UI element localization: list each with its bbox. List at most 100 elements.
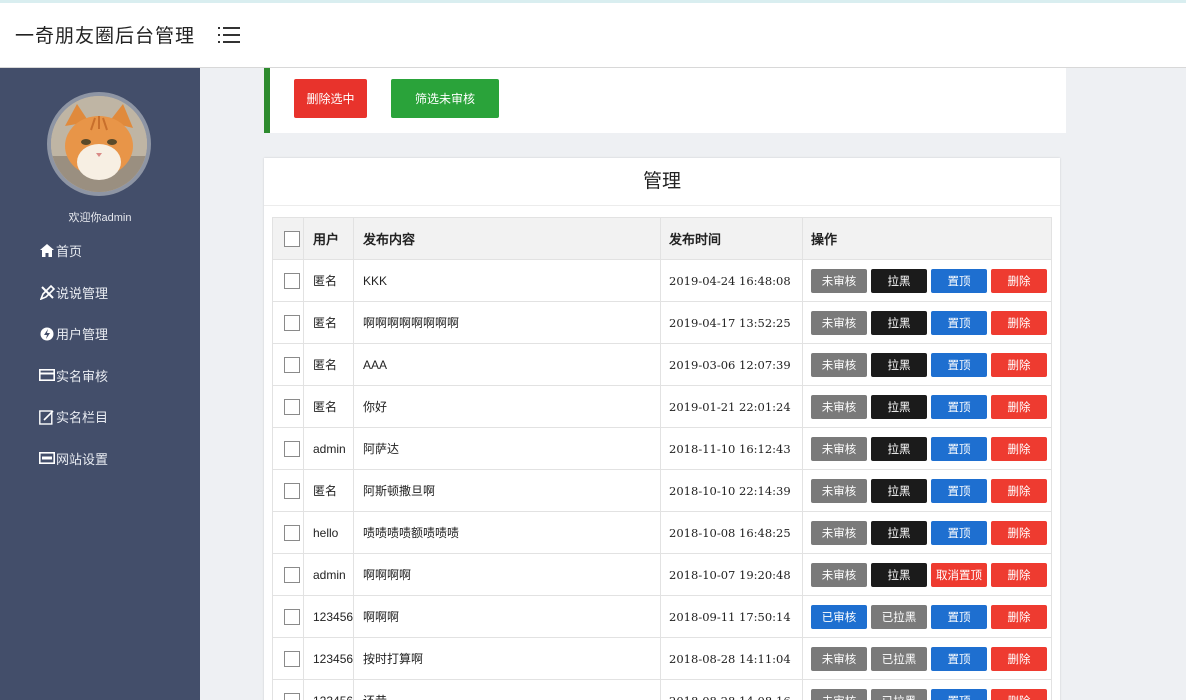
cell-user: 匿名 [302, 343, 355, 386]
row-checkbox-cell [272, 469, 304, 512]
block-button[interactable]: 已拉黑 [871, 646, 928, 671]
table-row: 匿名 KKK 2019-04-24 16:48:08 未审核 拉黑 置顶 删除 [272, 259, 1052, 302]
sidebar-item-site-settings[interactable]: 网站设置 [0, 438, 200, 480]
sidebar-item-label: 网站设置 [56, 451, 109, 467]
cell-user: 123456 [302, 637, 355, 680]
block-button[interactable]: 拉黑 [871, 394, 928, 419]
block-button[interactable]: 拉黑 [871, 352, 928, 377]
user-badge-icon [39, 326, 55, 342]
row-checkbox[interactable] [284, 566, 300, 583]
pin-button[interactable]: 置顶 [931, 688, 988, 700]
cell-time: 2018-08-28 14:11:04 [660, 637, 804, 680]
table-row: 123456 按时打算啊 2018-08-28 14:11:04 未审核 已拉黑 置顶 删除 [272, 637, 1052, 680]
sidebar-item-realname-review[interactable]: 实名审核 [0, 355, 200, 397]
block-button[interactable]: 拉黑 [871, 268, 928, 293]
pin-button[interactable]: 置顶 [931, 310, 988, 335]
cell-content: KKK [353, 259, 662, 302]
sidebar-item-home[interactable]: 首页 [0, 230, 200, 272]
sidebar-item-posts[interactable]: 说说管理 [0, 272, 200, 314]
delete-button[interactable]: 删除 [991, 436, 1048, 461]
table-row: hello 啧啧啧啧额啧啧啧 2018-10-08 16:48:25 未审核 拉黑 置顶删… [272, 511, 1052, 554]
review-status-button[interactable]: 未审核 [811, 352, 868, 377]
delete-button[interactable]: 删除 [991, 604, 1048, 629]
column-header-user: 用户 [302, 217, 355, 260]
review-status-button[interactable]: 未审核 [811, 436, 868, 461]
cell-ops: 未审核 拉黑 置顶 删除 [802, 385, 1052, 428]
row-checkbox[interactable] [284, 692, 300, 700]
row-checkbox[interactable] [284, 272, 300, 289]
pin-button[interactable]: 置顶 [931, 646, 988, 671]
cell-time: 2018-10-10 22:14:39 [660, 469, 804, 512]
row-checkbox[interactable] [284, 356, 300, 373]
cell-content: 啊啊啊 [353, 595, 662, 638]
cell-content: AAA [353, 343, 662, 386]
row-checkbox[interactable] [284, 314, 300, 331]
row-checkbox[interactable] [284, 482, 300, 499]
block-button[interactable]: 拉黑 [871, 562, 928, 587]
cell-content: 还昔 [353, 679, 662, 700]
row-checkbox[interactable] [284, 398, 300, 415]
action-card: 删除选中 筛选未审核 [264, 68, 1066, 133]
pin-button[interactable]: 置顶 [931, 352, 988, 377]
pin-button[interactable]: 置顶 [931, 436, 988, 461]
app-title: 一奇朋友圈后台管理 [15, 25, 196, 47]
select-all-checkbox[interactable] [284, 230, 300, 247]
delete-button[interactable]: 删除 [991, 394, 1048, 419]
review-status-button[interactable]: 未审核 [811, 688, 868, 700]
sidebar: 欢迎你admin 首页 说说管理 用户管理 实名审核 实名栏目 网站设置 [0, 68, 200, 700]
review-status-button[interactable]: 未审核 [811, 562, 868, 587]
top-header: 一奇朋友圈后台管理 [0, 0, 1186, 68]
pin-button[interactable]: 置顶 [931, 478, 988, 503]
cell-content: 啊啊啊啊啊啊啊啊 [353, 301, 662, 344]
row-checkbox[interactable] [284, 650, 300, 667]
review-status-button[interactable]: 未审核 [811, 646, 868, 671]
delete-button[interactable]: 删除 [991, 352, 1048, 377]
filter-unreviewed-button[interactable]: 筛选未审核 [391, 79, 499, 118]
delete-selected-button[interactable]: 删除选中 [294, 79, 367, 118]
table-row: 匿名 你好 2019-01-21 22:01:24 未审核 拉黑 置顶 删除 [272, 385, 1052, 428]
review-status-button[interactable]: 未审核 [811, 478, 868, 503]
delete-button[interactable]: 删除 [991, 268, 1048, 293]
review-status-button[interactable]: 未审核 [811, 520, 868, 545]
delete-button[interactable]: 删除 [991, 310, 1048, 335]
block-button[interactable]: 拉黑 [871, 310, 928, 335]
delete-button[interactable]: 删除 [991, 688, 1048, 700]
row-checkbox[interactable] [284, 440, 300, 457]
cell-content: 阿萨达 [353, 427, 662, 470]
cell-user: 匿名 [302, 301, 355, 344]
review-status-button[interactable]: 未审核 [811, 268, 868, 293]
sidebar-item-label: 实名审核 [56, 368, 109, 384]
block-button[interactable]: 拉黑 [871, 478, 928, 503]
sidebar-item-label: 首页 [56, 244, 83, 260]
menu-toggle-icon[interactable] [218, 25, 242, 45]
cell-user: 匿名 [302, 469, 355, 512]
review-status-button[interactable]: 未审核 [811, 310, 868, 335]
block-button[interactable]: 已拉黑 [871, 604, 928, 629]
sidebar-item-users[interactable]: 用户管理 [0, 313, 200, 355]
pin-button[interactable]: 置顶 [931, 268, 988, 293]
block-button[interactable]: 拉黑 [871, 520, 928, 545]
delete-button[interactable]: 删除 [991, 478, 1048, 503]
row-checkbox-cell [272, 511, 304, 554]
page-title: 管理 [264, 158, 1060, 206]
review-status-button[interactable]: 已审核 [811, 604, 868, 629]
sidebar-item-realname-column[interactable]: 实名栏目 [0, 396, 200, 438]
delete-button[interactable]: 删除 [991, 646, 1048, 671]
id-card-icon [39, 367, 55, 383]
table-row: 匿名 阿斯顿撒旦啊 2018-10-10 22:14:39 未审核 拉黑 置顶 删除 [272, 469, 1052, 512]
pin-button[interactable]: 取消置顶 [931, 562, 988, 587]
review-status-button[interactable]: 未审核 [811, 394, 868, 419]
delete-button[interactable]: 删除 [991, 562, 1048, 587]
pin-button[interactable]: 置顶 [931, 520, 988, 545]
block-button[interactable]: 拉黑 [871, 436, 928, 461]
pin-button[interactable]: 置顶 [931, 604, 988, 629]
management-card: 管理 用户 发布内容 发布时间 操作 匿名 KKK 2019-04-24 16:48… [264, 158, 1060, 700]
row-checkbox[interactable] [284, 608, 300, 625]
cell-user: admin [302, 427, 355, 470]
table-row: 匿名 啊啊啊啊啊啊啊啊 2019-04-17 13:52:25 未审核 拉黑 置顶 删除 [272, 301, 1052, 344]
cell-user: 123456 [302, 595, 355, 638]
row-checkbox[interactable] [284, 524, 300, 541]
block-button[interactable]: 已拉黑 [871, 688, 928, 700]
delete-button[interactable]: 删除 [991, 520, 1048, 545]
pin-button[interactable]: 置顶 [931, 394, 988, 419]
